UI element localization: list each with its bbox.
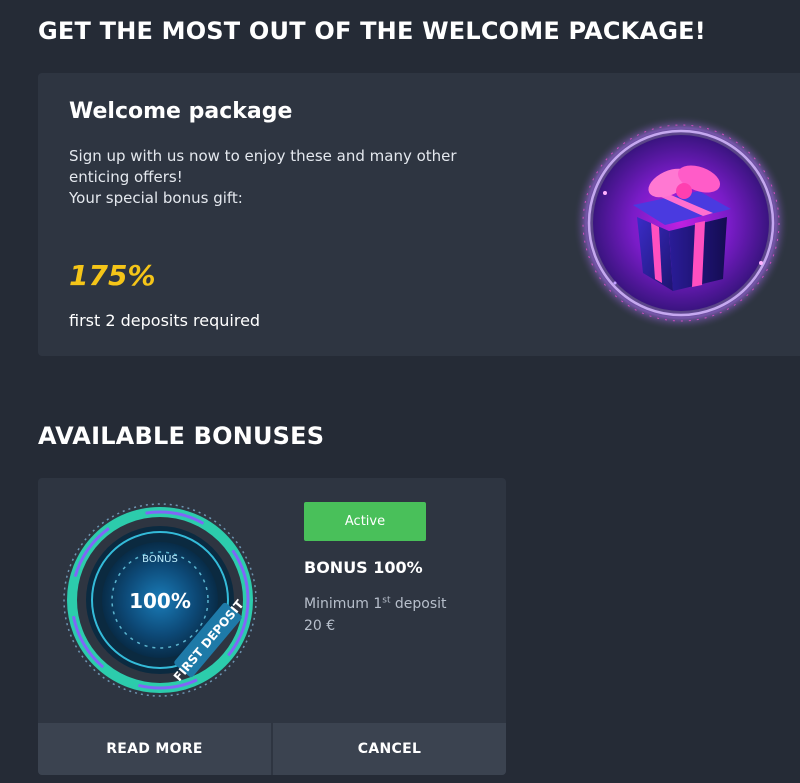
minimum-deposit-label: Minimum 1st deposit [304,594,447,615]
status-badge: Active [304,502,426,541]
gift-box-icon [571,113,791,333]
page: GET THE MOST OUT OF THE WELCOME PACKAGE!… [0,0,800,783]
min-deposit-text: Minimum 1 [304,596,383,612]
badge-percent: 100% [129,589,191,613]
description-line: Sign up with us now to enjoy these and m… [69,147,457,165]
cancel-button[interactable]: CANCEL [273,723,506,775]
min-deposit-suffix: deposit [390,596,447,612]
welcome-package-description: Sign up with us now to enjoy these and m… [69,146,457,209]
bonus-actions: READ MORE CANCEL [38,723,506,775]
deposit-requirement: first 2 deposits required [69,311,261,330]
first-deposit-badge-icon: BONUS 100% FIRST DEPOSIT [60,500,260,700]
bonus-name: BONUS 100% [304,558,423,577]
description-line: enticing offers! [69,168,183,186]
description-line: Your special bonus gift: [69,189,243,207]
welcome-bonus-percent: 175% [69,259,156,292]
welcome-section-heading: GET THE MOST OUT OF THE WELCOME PACKAGE! [38,17,706,45]
minimum-deposit-amount: 20 € [304,618,336,634]
welcome-package-title: Welcome package [69,99,293,124]
available-bonuses-heading: AVAILABLE BONUSES [38,422,325,450]
badge-top-label: BONUS [142,554,178,565]
welcome-package-card: Welcome package Sign up with us now to e… [38,73,800,356]
bonus-card: BONUS 100% FIRST DEPOSIT Active BONUS 10… [38,478,506,775]
read-more-button[interactable]: READ MORE [38,723,271,775]
